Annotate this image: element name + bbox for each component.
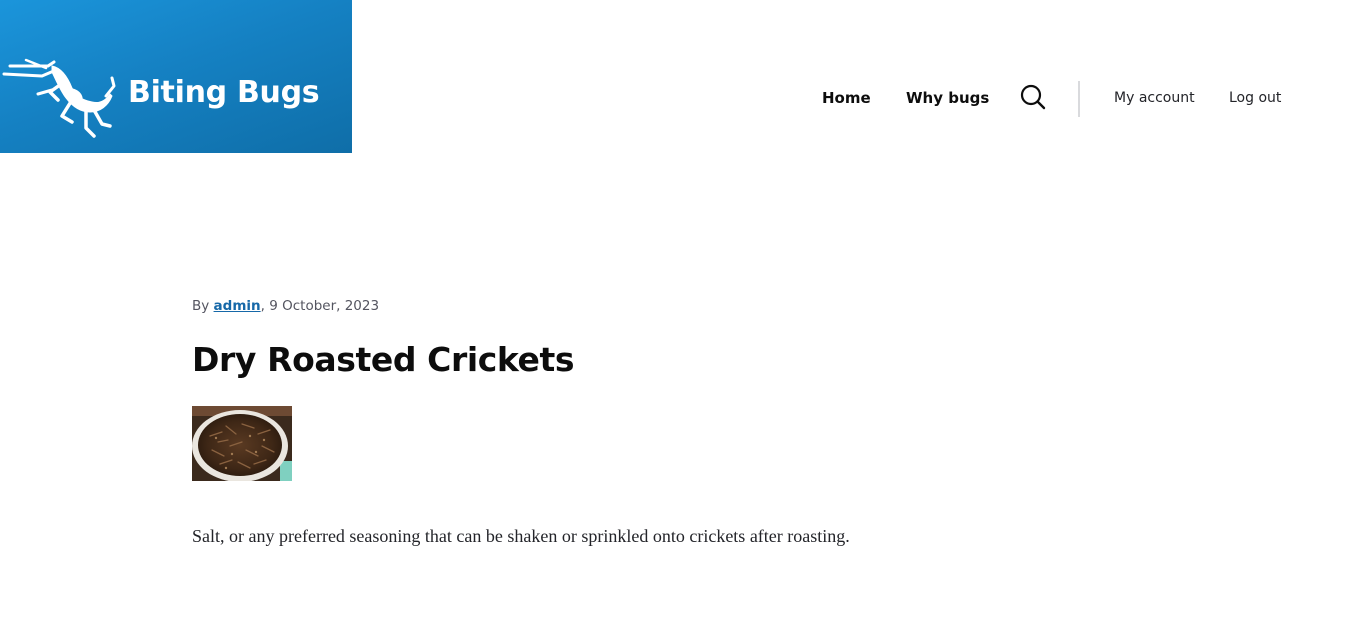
cricket-logo-icon xyxy=(2,58,116,138)
log-out-link[interactable]: Log out xyxy=(1229,90,1281,106)
article-meta: By admin, 9 October, 2023 xyxy=(192,298,379,314)
meta-prefix: By xyxy=(192,298,214,314)
nav-link-home[interactable]: Home xyxy=(822,89,871,107)
search-button[interactable] xyxy=(1019,82,1047,112)
site-header: Biting Bugs Home Why bugs My account Log… xyxy=(0,0,1351,153)
my-account-link[interactable]: My account xyxy=(1114,90,1195,106)
page-title: Dry Roasted Crickets xyxy=(192,340,575,379)
header-divider xyxy=(1078,81,1080,117)
article-image-roasted-crickets xyxy=(192,406,292,481)
publish-date: , 9 October, 2023 xyxy=(260,298,380,314)
site-branding-home-link[interactable]: Biting Bugs xyxy=(0,0,352,153)
article-body: Salt, or any preferred seasoning that ca… xyxy=(192,526,850,546)
site-name: Biting Bugs xyxy=(128,75,320,110)
nav-link-why-bugs[interactable]: Why bugs xyxy=(906,89,989,107)
author-link[interactable]: admin xyxy=(214,298,261,314)
search-icon xyxy=(1020,84,1046,110)
